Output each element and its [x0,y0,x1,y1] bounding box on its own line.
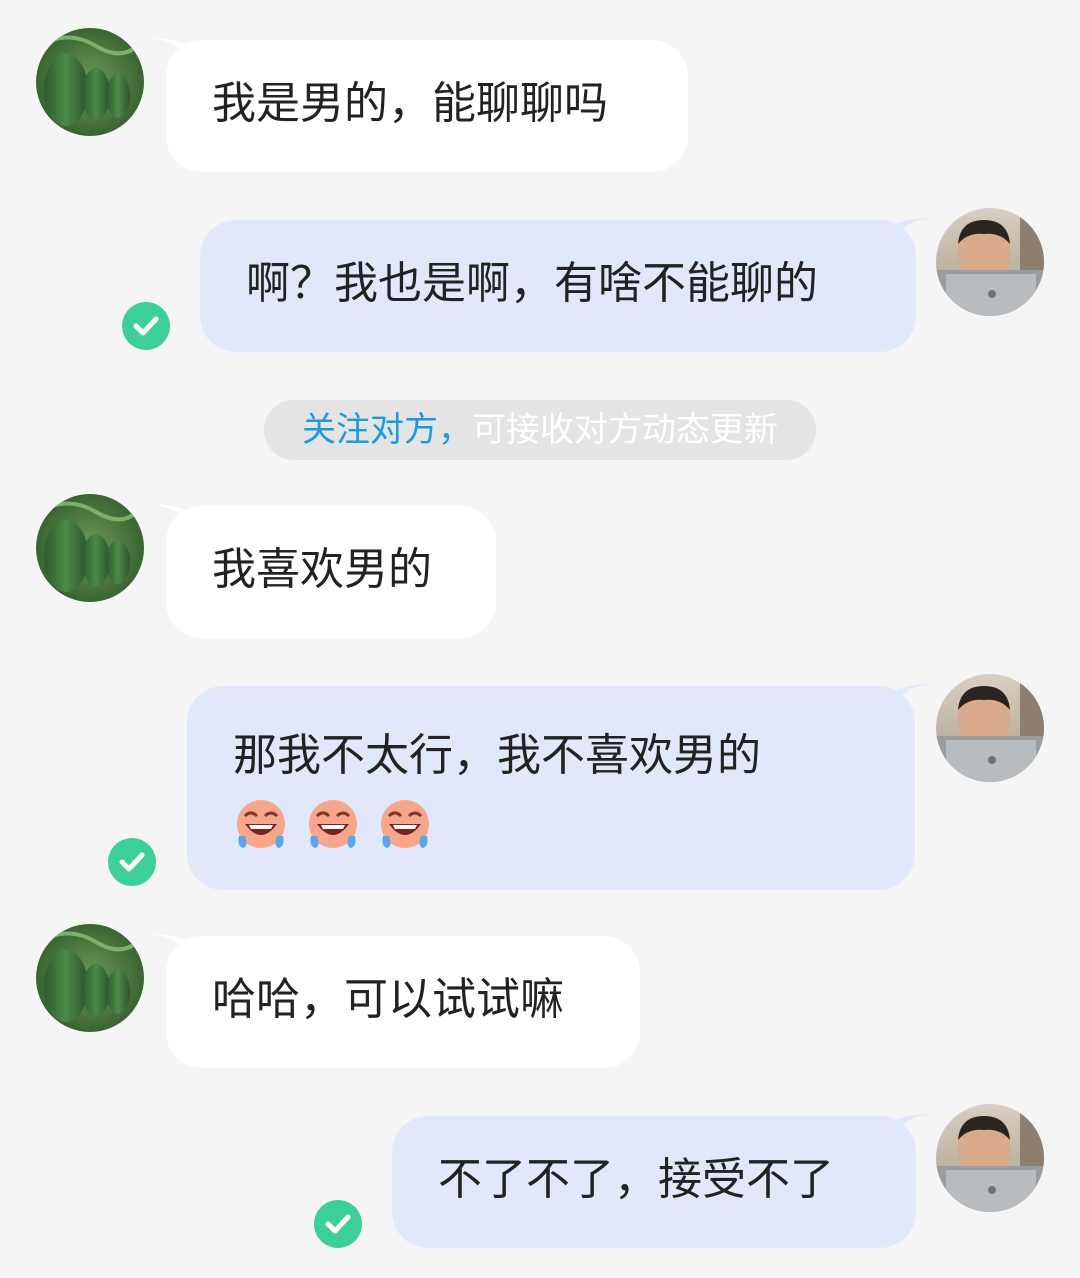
follow-notice: 关注对方，可接收对方动态更新 [264,400,816,460]
check-circle-icon [108,838,156,886]
self-avatar[interactable] [936,208,1044,316]
message-bubble[interactable]: 我是男的，能聊聊吗 [166,40,688,172]
follow-link[interactable]: 关注对方， [302,410,472,450]
message-bubble[interactable]: 那我不太行，我不喜欢男的 [187,686,915,890]
message-text: 不了不了，接受不了 [438,1154,834,1205]
message-bubble[interactable]: 啊？我也是啊，有啥不能聊的 [200,220,916,352]
emoji-row [233,796,869,852]
laughing-tears-emoji [309,800,357,848]
contact-avatar[interactable] [36,494,144,602]
message-text: 哈哈，可以试试嘛 [212,974,564,1025]
check-circle-icon [314,1200,362,1248]
self-avatar[interactable] [936,674,1044,782]
laughing-tears-emoji [381,800,429,848]
message-text: 那我不太行，我不喜欢男的 [233,730,761,781]
check-circle-icon [122,302,170,350]
contact-avatar[interactable] [36,28,144,136]
message-bubble[interactable]: 不了不了，接受不了 [392,1116,916,1248]
message-text: 啊？我也是啊，有啥不能聊的 [246,258,818,309]
message-text: 我是男的，能聊聊吗 [212,78,608,129]
message-bubble[interactable]: 我喜欢男的 [166,506,496,638]
self-avatar[interactable] [936,1104,1044,1212]
contact-avatar[interactable] [36,924,144,1032]
message-bubble[interactable]: 哈哈，可以试试嘛 [166,936,640,1068]
follow-notice-text: 可接收对方动态更新 [472,410,778,450]
message-text: 我喜欢男的 [212,544,432,595]
laughing-tears-emoji [237,800,285,848]
